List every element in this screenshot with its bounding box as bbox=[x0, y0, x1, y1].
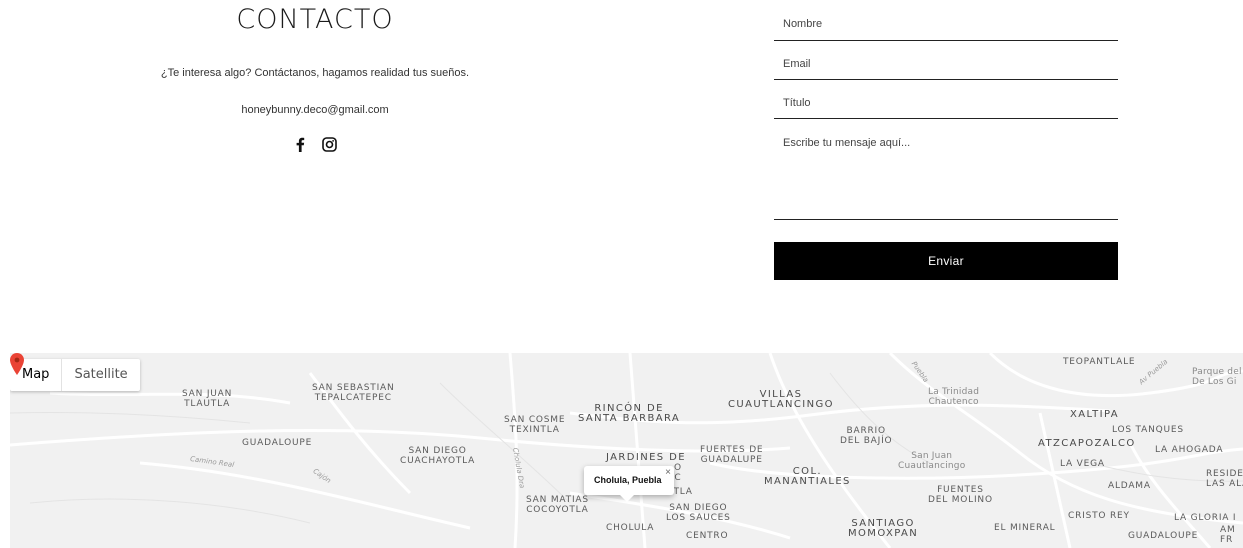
map-label: ATZCAPOZALCO bbox=[1038, 438, 1136, 449]
title-field-wrap bbox=[774, 89, 1118, 119]
map-label: SAN JUAN TLAUTLA bbox=[182, 389, 233, 409]
map-label: O C bbox=[674, 463, 682, 483]
map-label: LA AHOGADA bbox=[1155, 445, 1224, 455]
map-label: RESIDE LAS ALA bbox=[1206, 469, 1243, 489]
map-marker-icon[interactable] bbox=[10, 353, 24, 375]
email-input[interactable] bbox=[774, 50, 1118, 78]
map-label: LA VEGA bbox=[1060, 459, 1105, 469]
map-roads bbox=[10, 353, 1243, 548]
name-field-wrap bbox=[774, 10, 1118, 41]
map-label: SAN MATIAS COCOYOTLA bbox=[526, 495, 589, 515]
map-label: ALDAMA bbox=[1108, 481, 1151, 491]
name-input[interactable] bbox=[774, 10, 1118, 38]
map-label: SAN COSME TEXINTLA bbox=[504, 415, 566, 435]
map-label: La Trinidad Chautenco bbox=[928, 387, 980, 407]
map-label: BARRIO DEL BAJÍO bbox=[840, 426, 893, 446]
map-widget[interactable]: Map Satellite SAN JUAN TLAUTLA SAN SEBAS… bbox=[10, 353, 1243, 548]
map-type-control: Map Satellite bbox=[10, 359, 140, 391]
page-title: CONTACTO bbox=[236, 4, 394, 35]
contact-email[interactable]: honeybunny.deco@gmail.com bbox=[160, 104, 470, 116]
contact-tagline: ¿Te interesa algo? Contáctanos, hagamos … bbox=[160, 67, 470, 79]
map-label: CRISTO REY bbox=[1068, 511, 1130, 521]
map-label: TEOPANTLALE bbox=[1063, 357, 1136, 367]
popup-location-text: Cholula, Puebla bbox=[594, 475, 662, 485]
map-label: JARDINES DE bbox=[606, 452, 686, 463]
map-label: SAN SEBASTIAN TEPALCATEPEC bbox=[312, 383, 395, 403]
social-links bbox=[292, 136, 338, 153]
map-label: GUADALOUPE bbox=[242, 438, 313, 448]
email-field-wrap bbox=[774, 50, 1118, 80]
map-label: VILLAS CUAUTLANCINGO bbox=[728, 389, 834, 410]
message-textarea[interactable] bbox=[774, 128, 1118, 216]
map-label: RINCÓN DE SANTA BARBARA bbox=[578, 403, 681, 424]
map-label: EL MINERAL bbox=[994, 523, 1056, 533]
map-label: SANTIAGO MOMOXPAN bbox=[848, 518, 919, 539]
map-label: AM FR bbox=[1220, 525, 1236, 545]
map-label: San Juan Cuautlancingo bbox=[898, 451, 966, 471]
map-label: SAN DIEGO LOS SAUCES bbox=[666, 503, 731, 523]
map-label: LOS TANQUES bbox=[1112, 425, 1184, 435]
map-label: Parque del De Los Gi bbox=[1192, 367, 1242, 387]
message-field-wrap bbox=[774, 128, 1118, 220]
facebook-icon[interactable] bbox=[292, 136, 309, 153]
map-info-popup: Cholula, Puebla × bbox=[584, 466, 674, 502]
instagram-icon[interactable] bbox=[321, 136, 338, 153]
subject-input[interactable] bbox=[774, 89, 1118, 117]
send-button[interactable]: Enviar bbox=[774, 242, 1118, 280]
map-label: GUADALOUPE bbox=[1128, 531, 1199, 541]
map-label: FUENTES DEL MOLINO bbox=[928, 485, 993, 505]
map-type-satellite-button[interactable]: Satellite bbox=[62, 359, 139, 391]
map-label: SAN DIEGO CUACHAYOTLA bbox=[400, 446, 476, 466]
map-label: LA GLORIA I bbox=[1174, 513, 1237, 523]
map-label: COL. MANANTIALES bbox=[764, 466, 851, 487]
map-label: CENTRO bbox=[686, 531, 729, 541]
map-label: CHOLULA bbox=[606, 523, 655, 533]
map-label: FUERTES DE GUADALUPE bbox=[700, 445, 764, 465]
close-icon[interactable]: × bbox=[665, 467, 671, 478]
map-label: XALTIPA bbox=[1070, 409, 1119, 420]
